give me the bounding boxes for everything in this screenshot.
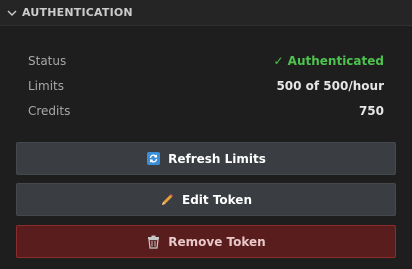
refresh-limits-label: Refresh Limits <box>168 151 266 166</box>
authentication-panel: AUTHENTICATION Status ✓ Authenticated Li… <box>0 0 412 269</box>
trash-icon <box>146 235 160 249</box>
section-header[interactable]: AUTHENTICATION <box>0 0 412 26</box>
status-value: ✓ Authenticated <box>273 53 384 68</box>
edit-token-label: Edit Token <box>182 192 252 207</box>
credits-row: Credits 750 <box>28 98 384 123</box>
status-label: Status <box>28 53 67 68</box>
status-row: Status ✓ Authenticated <box>28 48 384 73</box>
edit-token-button[interactable]: Edit Token <box>16 183 396 216</box>
pencil-icon <box>160 193 174 207</box>
limits-label: Limits <box>28 78 64 93</box>
refresh-icon <box>146 152 160 166</box>
limits-value: 500 of 500/hour <box>276 78 384 93</box>
credits-label: Credits <box>28 103 71 118</box>
section-title: AUTHENTICATION <box>22 6 133 19</box>
remove-token-button[interactable]: Remove Token <box>16 225 396 258</box>
chevron-down-icon[interactable] <box>4 5 20 21</box>
refresh-limits-button[interactable]: Refresh Limits <box>16 142 396 175</box>
remove-token-label: Remove Token <box>168 234 266 249</box>
credits-value: 750 <box>358 103 384 118</box>
limits-row: Limits 500 of 500/hour <box>28 73 384 98</box>
auth-info: Status ✓ Authenticated Limits 500 of 500… <box>28 48 384 123</box>
